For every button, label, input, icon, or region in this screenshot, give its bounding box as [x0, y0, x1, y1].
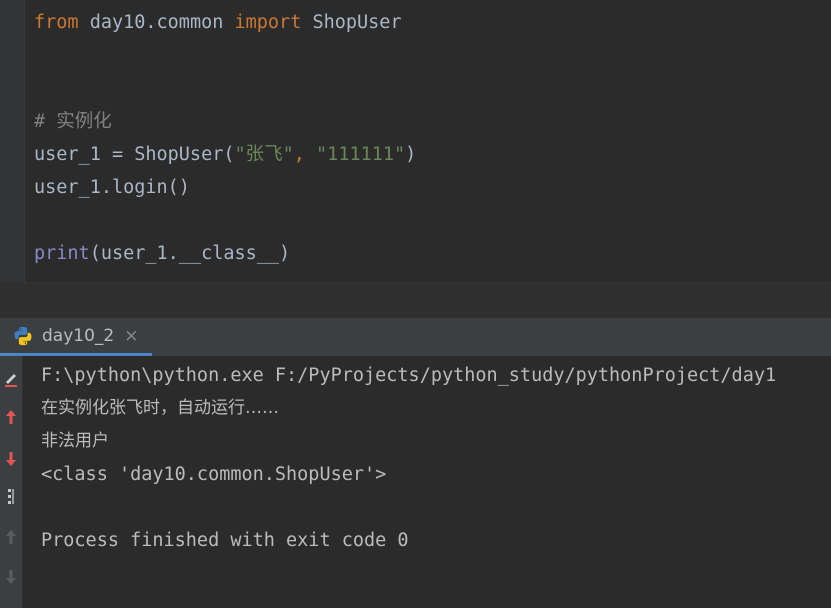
run-toolbar — [0, 356, 23, 608]
code-token: ShopUser — [312, 12, 402, 33]
code-editor[interactable]: from day10.common import ShopUser # 实例化 us… — [0, 0, 831, 282]
up-arrow-icon[interactable] — [0, 404, 22, 430]
pane-splitter[interactable] — [0, 282, 831, 319]
code-line: user_1.login() — [34, 171, 190, 204]
console-line: Process finished with exit code 0 — [41, 530, 409, 551]
run-tab-label: day10_2 — [42, 325, 115, 346]
code-token: import — [234, 12, 313, 33]
up-arrow-disabled-icon — [0, 524, 22, 550]
code-token: user_1 = ShopUser( — [34, 144, 235, 165]
code-line: # 实例化 — [34, 105, 112, 138]
code-token: print — [34, 243, 90, 264]
down-arrow-disabled-icon — [0, 564, 22, 590]
down-arrow-icon[interactable] — [0, 446, 22, 472]
edit-icon[interactable] — [0, 366, 22, 392]
close-icon[interactable]: × — [124, 326, 138, 346]
splitter-bar — [0, 283, 831, 319]
code-token: "张飞" — [234, 144, 294, 165]
console-line: 在实例化张飞时，自动运行…… — [41, 398, 279, 418]
console-line: F:\python\python.exe F:/PyProjects/pytho… — [41, 365, 777, 386]
more-icon[interactable] — [0, 484, 22, 510]
run-tab[interactable]: day10_2 × — [0, 318, 152, 356]
code-token: , — [293, 144, 317, 165]
code-token: from — [34, 12, 90, 33]
code-line-partial: print(user_1.__class__.__name__) — [34, 266, 435, 282]
code-token: (user_1.__class__) — [89, 243, 291, 264]
console-output[interactable]: F:\python\python.exe F:/PyProjects/pytho… — [23, 356, 831, 608]
console-line: 非法用户 — [41, 431, 109, 451]
python-icon — [14, 326, 32, 345]
console-line: <class 'day10.common.ShopUser'> — [41, 464, 387, 485]
code-token: user_1.login() — [34, 177, 190, 198]
code-token: ) — [405, 144, 417, 165]
code-line: user_1 = ShopUser("张飞", "111111") — [34, 138, 416, 171]
code-token: # 实例化 — [34, 111, 112, 132]
code-token: "111111" — [316, 144, 406, 165]
editor-gutter — [0, 0, 25, 282]
code-token: day10.common — [89, 12, 235, 33]
run-header: day10_2 × — [0, 318, 831, 357]
code-line: from day10.common import ShopUser — [34, 6, 402, 39]
